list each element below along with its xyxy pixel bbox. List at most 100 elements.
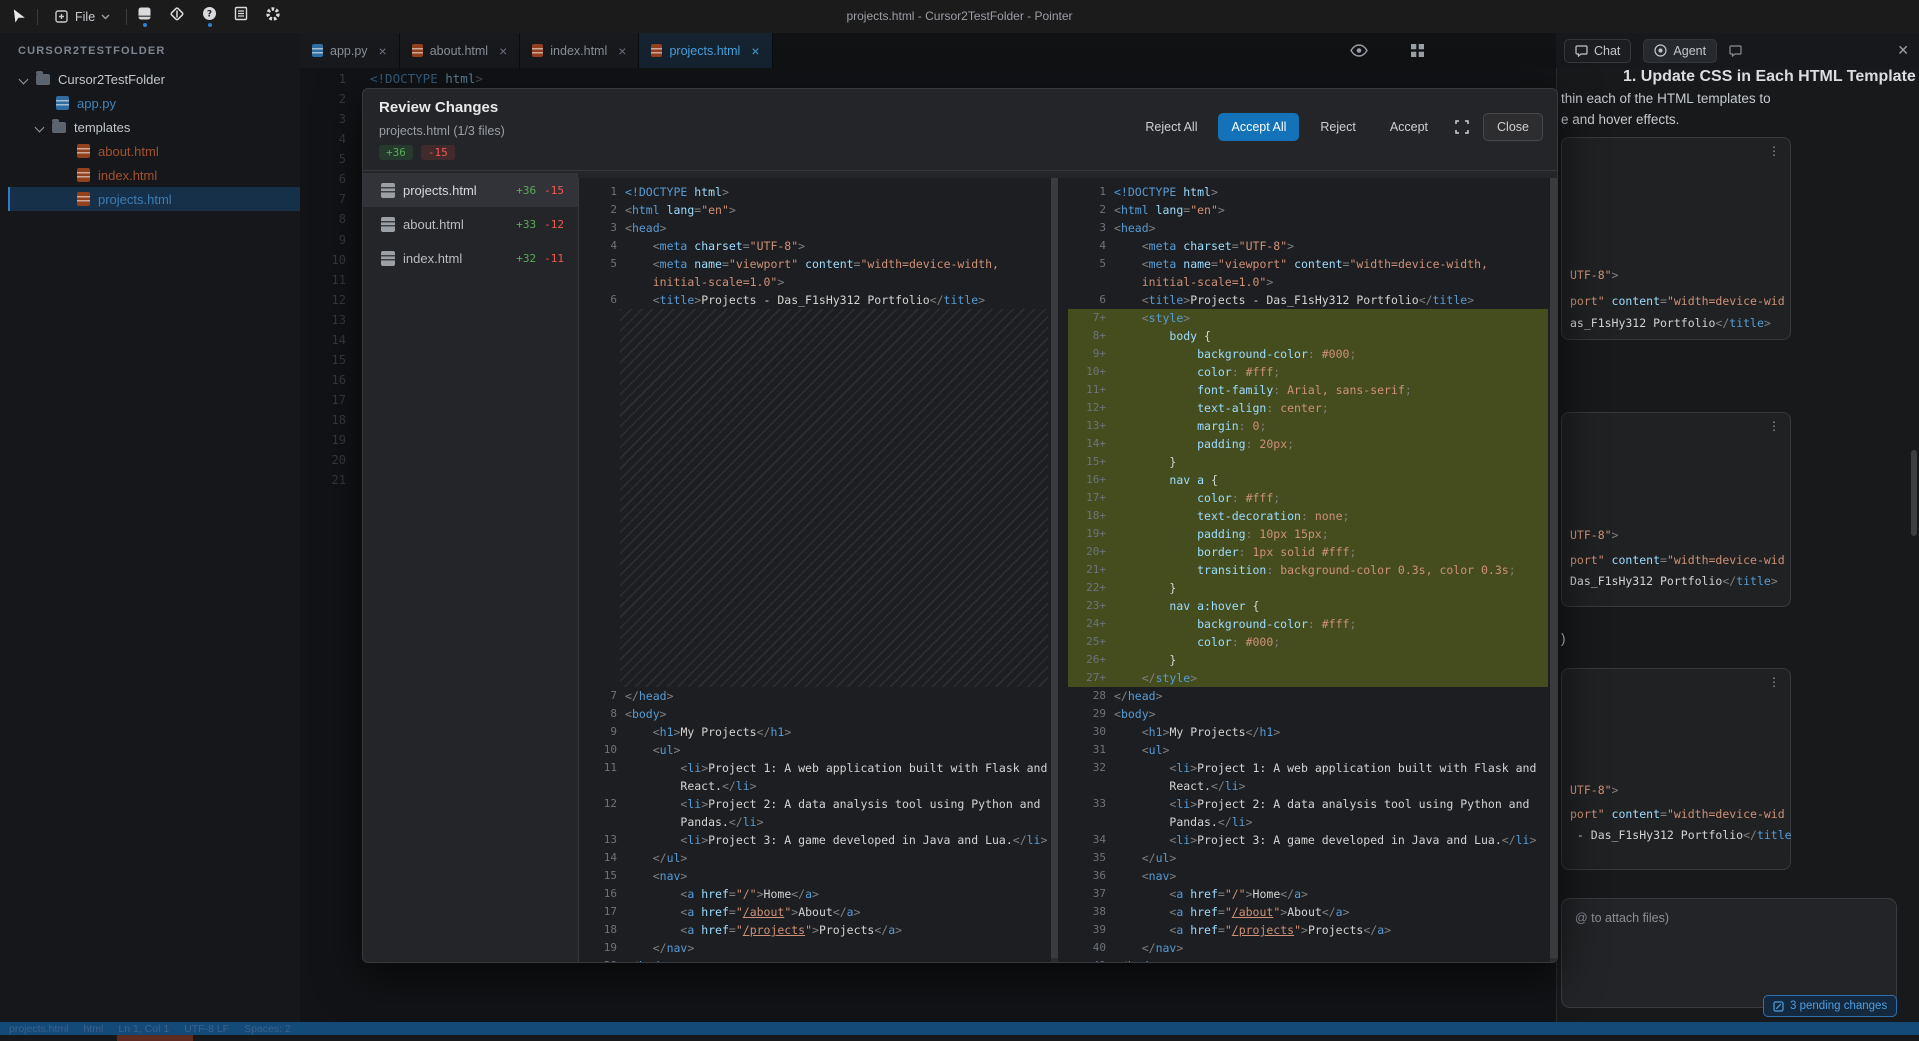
preview-button[interactable]	[1350, 44, 1368, 57]
diff-line-modified[interactable]: 29<body>	[1068, 705, 1548, 723]
diff-line-original[interactable]: 5 <meta name="viewport" content="width=d…	[579, 255, 1050, 273]
pending-changes-badge[interactable]: 3 pending changes	[1763, 995, 1897, 1017]
split-editor-button[interactable]	[1410, 43, 1425, 58]
accept-button[interactable]: Accept	[1377, 113, 1441, 141]
diff-line-original[interactable]: 2<html lang="en">	[579, 201, 1050, 219]
diff-line-modified[interactable]: 30 <h1>My Projects</h1>	[1068, 723, 1548, 741]
status-item[interactable]: UTF-8 LF	[184, 1023, 229, 1035]
status-item[interactable]: Spaces: 2	[244, 1023, 291, 1035]
tab-projects-html[interactable]: projects.html×	[639, 33, 772, 68]
diff-line-original[interactable]: 17 <a href="/about">About</a>	[579, 903, 1050, 921]
close-tab-icon[interactable]: ×	[499, 43, 507, 59]
sidebar-item-about-html[interactable]: about.html	[0, 139, 300, 163]
diff-line-modified[interactable]: 20+ border: 1px solid #fff;	[1068, 543, 1548, 561]
diff-line-original[interactable]: 20</body>	[579, 957, 1050, 962]
diff-line-original[interactable]: 11 <li>Project 1: A web application buil…	[579, 759, 1050, 777]
diff-line-modified[interactable]: 6 <title>Projects - Das_F1sHy312 Portfol…	[1068, 291, 1548, 309]
diff-line-modified[interactable]: 32 <li>Project 1: A web application buil…	[1068, 759, 1548, 777]
diff-line-original[interactable]: 14 </ul>	[579, 849, 1050, 867]
tab-app-py[interactable]: app.py×	[300, 33, 400, 68]
diff-line-modified[interactable]: 25+ color: #000;	[1068, 633, 1548, 651]
panel-scrollbar[interactable]	[1911, 450, 1917, 536]
accept-all-button[interactable]: Accept All	[1218, 113, 1299, 141]
diff-line-modified[interactable]: 14+ padding: 20px;	[1068, 435, 1548, 453]
reject-button[interactable]: Reject	[1307, 113, 1368, 141]
diff-line-modified[interactable]: 1<!DOCTYPE html>	[1068, 183, 1548, 201]
diff-line-original[interactable]: 13 <li>Project 3: A game developed in Ja…	[579, 831, 1050, 849]
diff-line-original[interactable]: React.</li>	[579, 777, 1050, 795]
diff-line-original[interactable]: 12 <li>Project 2: A data analysis tool u…	[579, 795, 1050, 813]
diff-line-original[interactable]: initial-scale=1.0">	[579, 273, 1050, 291]
diff-line-original[interactable]: 16 <a href="/">Home</a>	[579, 885, 1050, 903]
tab-index-html[interactable]: index.html×	[520, 33, 639, 68]
close-button[interactable]: Close	[1483, 113, 1543, 141]
more-options-icon[interactable]: ⋮	[1768, 419, 1781, 433]
changed-file-row-index-html[interactable]: index.html+32-11	[363, 241, 578, 275]
diff-line-original[interactable]: 4 <meta charset="UTF-8">	[579, 237, 1050, 255]
diff-scrollbar[interactable]	[1550, 178, 1557, 962]
diff-line-original[interactable]: 1<!DOCTYPE html>	[579, 183, 1050, 201]
diff-line-modified[interactable]: 33 <li>Project 2: A data analysis tool u…	[1068, 795, 1548, 813]
diff-line-modified[interactable]: 4 <meta charset="UTF-8">	[1068, 237, 1548, 255]
diff-line-modified[interactable]: 36 <nav>	[1068, 867, 1548, 885]
diff-line-original[interactable]: 9 <h1>My Projects</h1>	[579, 723, 1050, 741]
diff-line-modified[interactable]: 21+ transition: background-color 0.3s, c…	[1068, 561, 1548, 579]
diff-line-original[interactable]: 7</head>	[579, 687, 1050, 705]
diff-line-modified[interactable]: 17+ color: #fff;	[1068, 489, 1548, 507]
diff-line-modified[interactable]: 11+ font-family: Arial, sans-serif;	[1068, 381, 1548, 399]
diff-line-modified[interactable]: 5 <meta name="viewport" content="width=d…	[1068, 255, 1548, 273]
diff-line-original[interactable]: 6 <title>Projects - Das_F1sHy312 Portfol…	[579, 291, 1050, 309]
diff-line-modified[interactable]: 41</body>	[1068, 957, 1548, 962]
diff-line-modified[interactable]: 8+ body {	[1068, 327, 1548, 345]
sidebar-item-Cursor2TestFolder[interactable]: Cursor2TestFolder	[0, 67, 300, 91]
diff-line-modified[interactable]: 24+ background-color: #fff;	[1068, 615, 1548, 633]
close-panel-icon[interactable]: ✕	[1897, 42, 1909, 59]
diff-line-modified[interactable]: 16+ nav a {	[1068, 471, 1548, 489]
diff-line-original[interactable]: 8<body>	[579, 705, 1050, 723]
diff-line-modified[interactable]: 18+ text-decoration: none;	[1068, 507, 1548, 525]
sidebar-item-app-py[interactable]: app.py	[0, 91, 300, 115]
reject-all-button[interactable]: Reject All	[1132, 113, 1210, 141]
changed-file-row-projects-html[interactable]: projects.html+36-15	[363, 173, 578, 207]
close-tab-icon[interactable]: ×	[618, 43, 626, 59]
agent-tab-button[interactable]: Agent	[1643, 39, 1717, 63]
more-options-icon[interactable]: ⋮	[1768, 144, 1781, 158]
more-options-icon[interactable]: ⋮	[1768, 675, 1781, 689]
diff-line-modified[interactable]: 9+ background-color: #000;	[1068, 345, 1548, 363]
close-tab-icon[interactable]: ×	[379, 43, 387, 59]
diff-line-modified[interactable]: 26+ }	[1068, 651, 1548, 669]
diff-line-modified[interactable]: 22+ }	[1068, 579, 1548, 597]
diff-line-modified[interactable]: React.</li>	[1068, 777, 1548, 795]
diff-line-original[interactable]: 10 <ul>	[579, 741, 1050, 759]
diff-line-modified[interactable]: 28</head>	[1068, 687, 1548, 705]
diff-line-modified[interactable]: 37 <a href="/">Home</a>	[1068, 885, 1548, 903]
diff-line-modified[interactable]: 10+ color: #fff;	[1068, 363, 1548, 381]
diff-line-modified[interactable]: 35 </ul>	[1068, 849, 1548, 867]
diff-line-modified[interactable]: 34 <li>Project 3: A game developed in Ja…	[1068, 831, 1548, 849]
chat-tab-button[interactable]: Chat	[1564, 39, 1631, 63]
diff-line-modified[interactable]: 15+ }	[1068, 453, 1548, 471]
diff-line-modified[interactable]: 27+ </style>	[1068, 669, 1548, 687]
sidebar-item-projects-html[interactable]: projects.html	[8, 187, 300, 211]
tab-about-html[interactable]: about.html×	[400, 33, 521, 68]
close-tab-icon[interactable]: ×	[751, 43, 759, 59]
diff-line-modified[interactable]: 40 </nav>	[1068, 939, 1548, 957]
diff-line-modified[interactable]: 31 <ul>	[1068, 741, 1548, 759]
diff-scrollbar[interactable]	[1051, 178, 1058, 962]
diff-line-modified[interactable]: 38 <a href="/about">About</a>	[1068, 903, 1548, 921]
diff-line-modified[interactable]: 3<head>	[1068, 219, 1548, 237]
diff-line-original[interactable]: 15 <nav>	[579, 867, 1050, 885]
diff-line-modified[interactable]: 13+ margin: 0;	[1068, 417, 1548, 435]
diff-line-modified[interactable]: 19+ padding: 10px 15px;	[1068, 525, 1548, 543]
diff-line-modified[interactable]: 12+ text-align: center;	[1068, 399, 1548, 417]
status-item[interactable]: Ln 1, Col 1	[118, 1023, 169, 1035]
sidebar-item-index-html[interactable]: index.html	[0, 163, 300, 187]
diff-line-modified[interactable]: 7+ <style>	[1068, 309, 1548, 327]
diff-line-modified[interactable]: 23+ nav a:hover {	[1068, 597, 1548, 615]
chat-input-box[interactable]: @ to attach files) Send	[1561, 898, 1897, 1008]
new-chat-icon[interactable]	[1729, 45, 1742, 57]
diff-line-modified[interactable]: Pandas.</li>	[1068, 813, 1548, 831]
changed-file-row-about-html[interactable]: about.html+33-12	[363, 207, 578, 241]
diff-line-original[interactable]: Pandas.</li>	[579, 813, 1050, 831]
diff-line-modified[interactable]: initial-scale=1.0">	[1068, 273, 1548, 291]
